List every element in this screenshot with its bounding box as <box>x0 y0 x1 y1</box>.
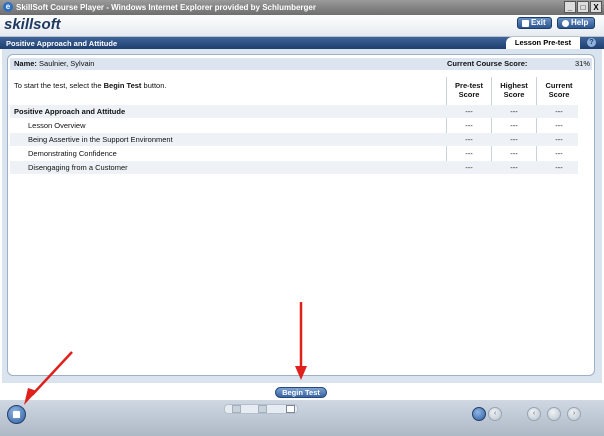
annotation-arrows <box>24 302 307 405</box>
arrow-to-home-icon <box>24 351 73 405</box>
arrow-to-begin-test-icon <box>295 302 307 380</box>
